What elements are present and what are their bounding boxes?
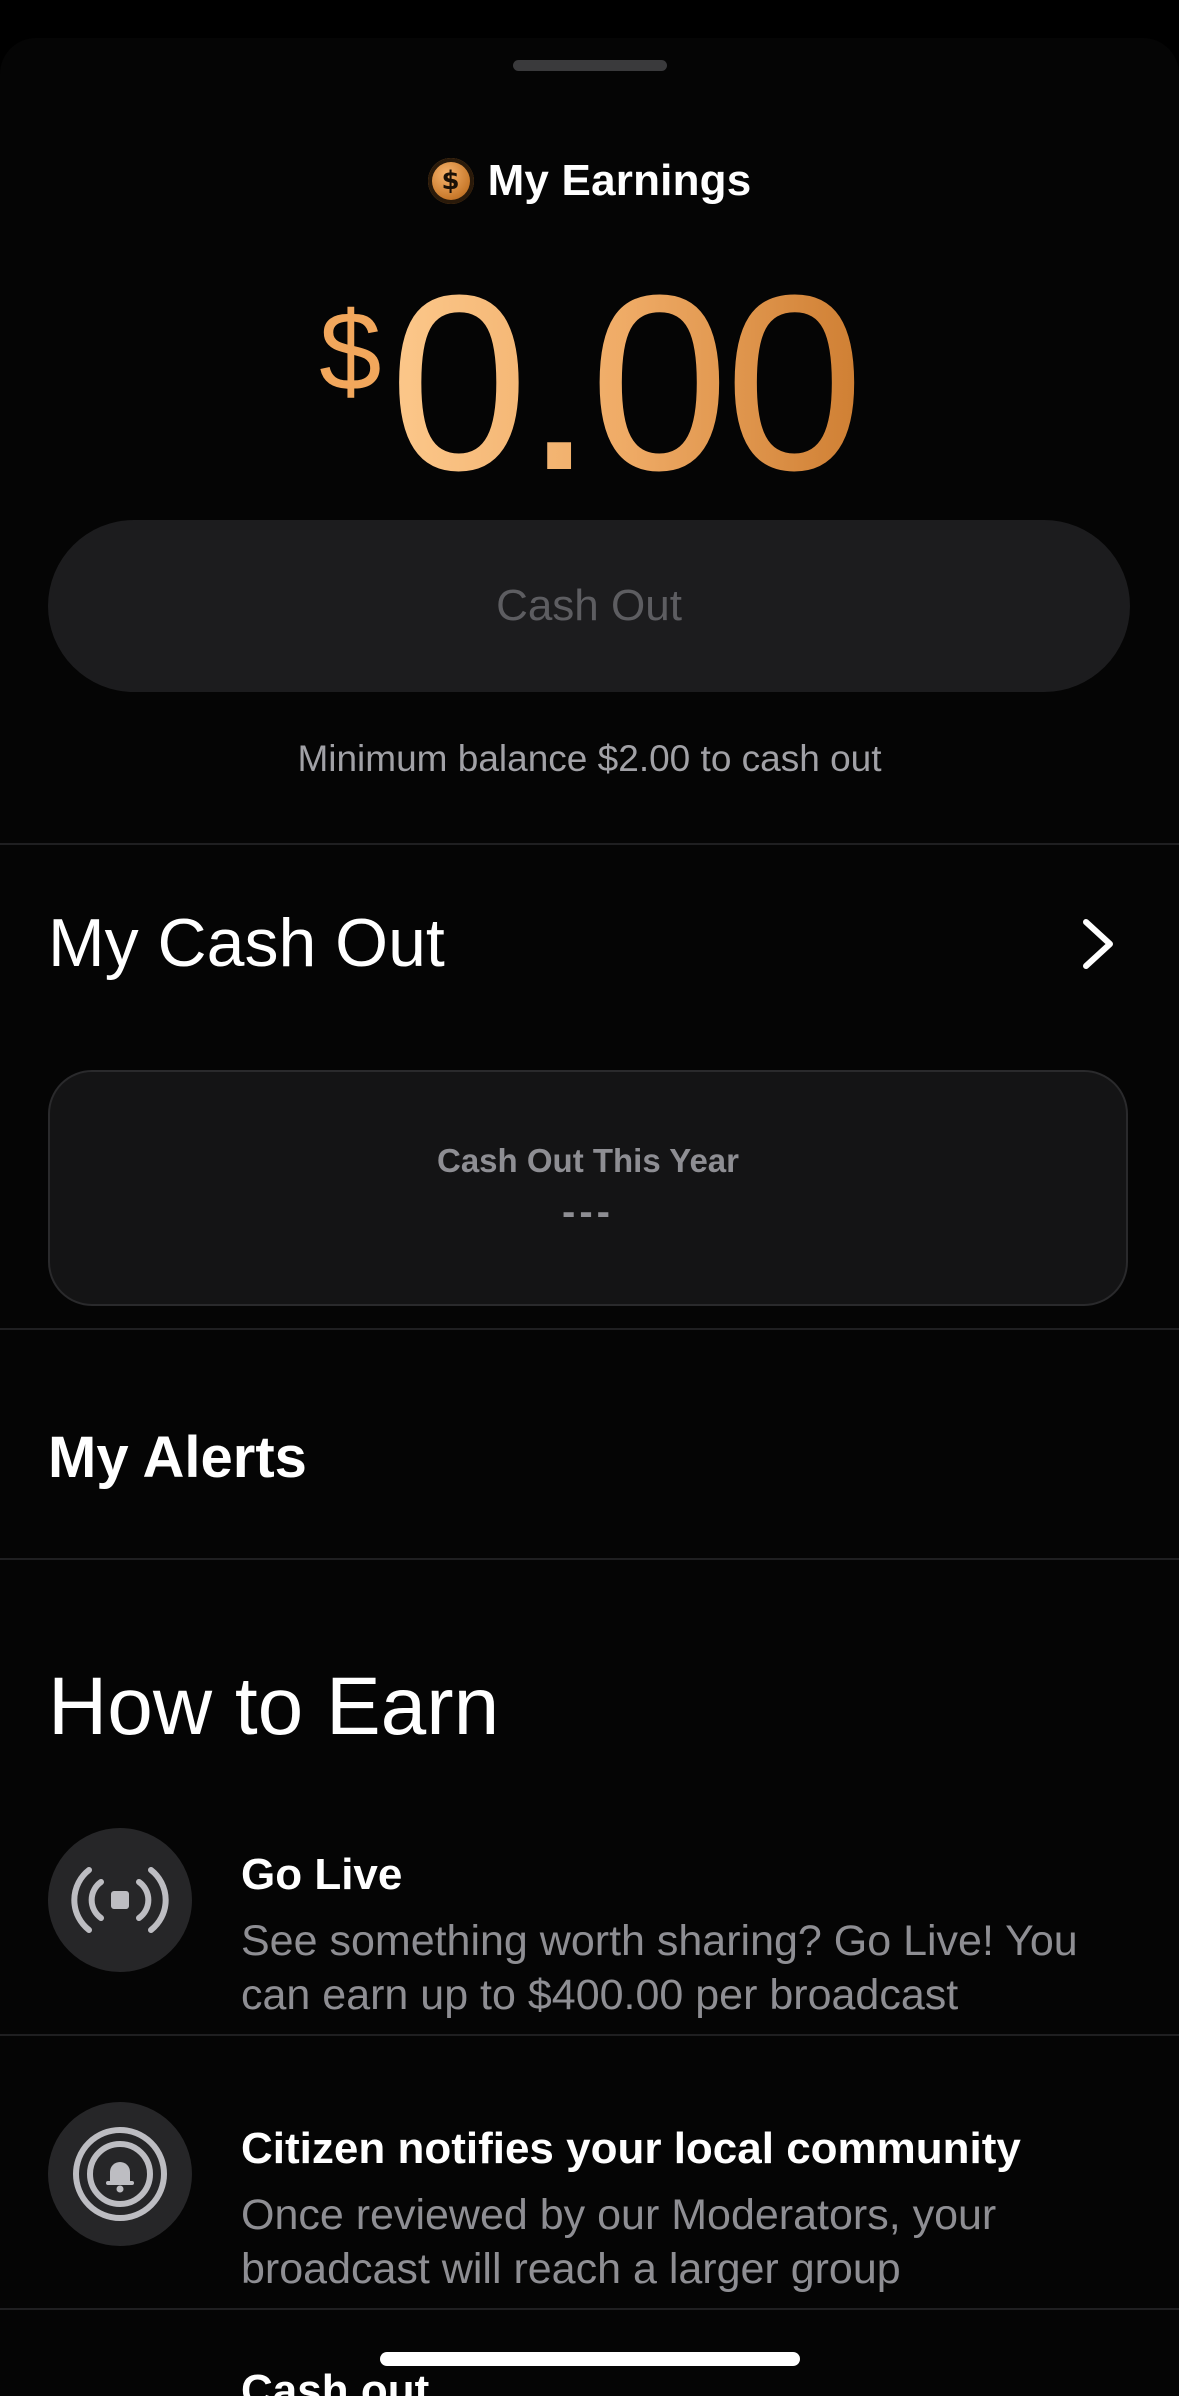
balance-value: 0.00 (389, 243, 864, 522)
broadcast-icon (48, 1828, 192, 1972)
section-divider (0, 2308, 1179, 2310)
earn-item-title: Go Live (241, 1850, 403, 1899)
earnings-sheet: $ My Earnings $ 0.00 Cash Out Minimum ba… (0, 38, 1179, 2396)
my-cash-out-title[interactable]: My Cash Out (48, 904, 445, 982)
page-title: My Earnings (487, 156, 752, 205)
how-to-earn-title: How to Earn (48, 1661, 500, 1752)
cash-out-this-year-value: --- (562, 1190, 614, 1234)
earn-item-title: Cash out (241, 2366, 430, 2396)
section-divider (0, 1328, 1179, 1330)
sheet-grabber[interactable] (513, 60, 667, 71)
home-indicator[interactable] (380, 2352, 800, 2366)
my-alerts-title: My Alerts (48, 1425, 307, 1490)
community-bell-icon (48, 2102, 192, 2246)
section-divider (0, 843, 1179, 845)
minimum-balance-note: Minimum balance $2.00 to cash out (297, 738, 882, 779)
dollar-coin-icon: $ (427, 158, 474, 204)
cash-out-this-year-label: Cash Out This Year (437, 1142, 739, 1179)
section-divider (0, 2034, 1179, 2036)
balance-amount: $ 0.00 (0, 258, 1179, 508)
earnings-header: $ My Earnings (0, 156, 1179, 206)
cash-out-button[interactable]: Cash Out (48, 520, 1130, 692)
cash-out-this-year-card: Cash Out This Year --- (48, 1070, 1128, 1306)
earn-item-description: Once reviewed by our Moderators, your br… (241, 2191, 997, 2293)
currency-symbol: $ (319, 289, 382, 414)
chevron-right-icon[interactable] (1072, 914, 1122, 974)
earn-item-title: Citizen notifies your local community (241, 2124, 1021, 2173)
earn-item-description: See something worth sharing? Go Live! Yo… (241, 1917, 1078, 2019)
section-divider (0, 1558, 1179, 1560)
coin-glyph: $ (441, 166, 460, 196)
